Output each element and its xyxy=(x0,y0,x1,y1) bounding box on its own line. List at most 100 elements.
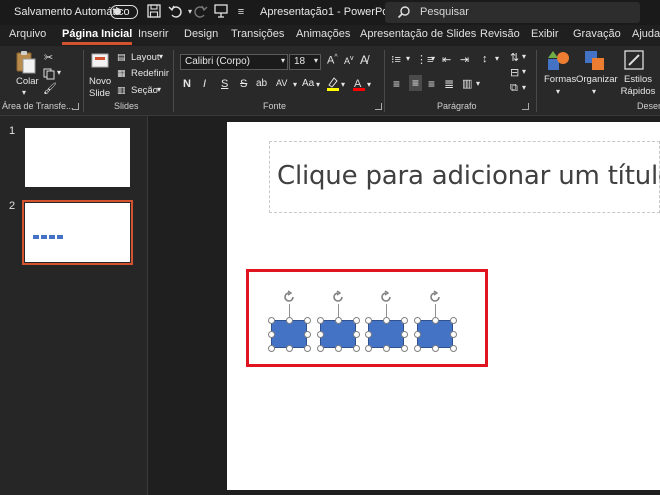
character-spacing-button[interactable]: AV xyxy=(276,78,287,88)
title-bar: Salvamento Automático ▾ ≡ Apresentação1 … xyxy=(0,0,660,25)
thumbnail-number: 1 xyxy=(9,125,16,137)
search-placeholder: Pesquisar xyxy=(420,6,469,18)
copy-dropdown-icon[interactable]: ▾ xyxy=(57,68,61,77)
increase-indent-icon[interactable]: ⇥ xyxy=(460,53,469,66)
increase-font-icon[interactable]: A^ xyxy=(327,54,338,67)
tab-revisao[interactable]: Revisão xyxy=(480,28,520,40)
quick-styles-icon[interactable] xyxy=(624,50,646,77)
font-color-icon[interactable]: A xyxy=(352,76,366,97)
tab-transicoes[interactable]: Transições xyxy=(231,28,284,40)
tab-exibir[interactable]: Exibir xyxy=(531,28,559,40)
arrange-label[interactable]: Organizar xyxy=(576,74,618,85)
reset-icon[interactable]: ▦ xyxy=(117,68,126,79)
undo-icon[interactable] xyxy=(167,4,183,20)
tab-arquivo[interactable]: Arquivo xyxy=(9,28,46,40)
bullets-dropdown-icon[interactable]: ▾ xyxy=(406,54,410,63)
font-group-label: Fonte xyxy=(263,101,287,111)
numbering-dropdown-icon[interactable]: ▾ xyxy=(431,54,435,63)
decrease-font-icon[interactable]: Av xyxy=(344,55,354,66)
group-divider xyxy=(536,50,537,112)
tab-apresentacao-de-slides[interactable]: Apresentação de Slides xyxy=(360,28,476,40)
slide-thumbnail-1[interactable] xyxy=(25,128,130,187)
save-icon[interactable] xyxy=(146,4,162,20)
columns-dropdown-icon[interactable]: ▾ xyxy=(476,79,480,88)
paste-icon[interactable] xyxy=(15,50,37,79)
font-size-dropdown-icon[interactable]: ▾ xyxy=(314,56,318,65)
italic-button[interactable]: I xyxy=(203,78,206,90)
text-direction-dropdown-icon[interactable]: ▾ xyxy=(522,52,526,61)
presenter-icon[interactable] xyxy=(213,4,229,20)
align-right-icon[interactable]: ≡ xyxy=(428,77,435,91)
smartart-icon[interactable]: ⧉ xyxy=(510,82,518,95)
font-name-dropdown-icon[interactable]: ▾ xyxy=(281,56,285,65)
tab-animacoes[interactable]: Animações xyxy=(296,28,350,40)
tab-pagina-inicial[interactable]: Página Inicial xyxy=(62,28,133,45)
highlight-dropdown-icon[interactable]: ▾ xyxy=(341,80,345,89)
slides-group-label: Slides xyxy=(114,101,139,111)
highlight-color-icon[interactable] xyxy=(326,76,340,97)
align-text-icon[interactable]: ⊟ xyxy=(510,66,519,79)
thumbnail-shape xyxy=(49,235,55,239)
font-name-select[interactable]: Calibri (Corpo) xyxy=(180,54,288,70)
tab-gravacao[interactable]: Gravação xyxy=(573,28,621,40)
font-launcher-icon[interactable] xyxy=(375,103,382,110)
line-spacing-icon[interactable]: ↕ xyxy=(482,53,488,65)
ribbon: Colar ▾ ✂ ▾ 🖌 Área de Transfe... Novo Sl… xyxy=(0,46,660,116)
tab-inserir[interactable]: Inserir xyxy=(138,28,169,40)
new-slide-label[interactable]: Novo Slide xyxy=(89,76,115,100)
align-text-dropdown-icon[interactable]: ▾ xyxy=(522,67,526,76)
layout-label[interactable]: Layout xyxy=(131,52,160,63)
section-label[interactable]: Seção xyxy=(131,85,158,96)
section-dropdown-icon[interactable]: ▾ xyxy=(157,85,161,94)
case-dropdown-icon[interactable]: ▾ xyxy=(316,80,320,89)
customize-quick-access-icon[interactable]: ≡ xyxy=(233,4,249,20)
slide-thumbnail-2[interactable] xyxy=(22,200,133,265)
reset-label[interactable]: Redefinir xyxy=(131,68,169,79)
new-slide-icon[interactable] xyxy=(91,51,111,76)
format-painter-icon[interactable]: 🖌 xyxy=(43,82,57,95)
strikethrough-button[interactable]: S xyxy=(240,78,247,90)
clipboard-launcher-icon[interactable] xyxy=(72,103,79,110)
title-placeholder-text: Clique para adicionar um título xyxy=(277,161,660,191)
columns-icon[interactable]: ▥ xyxy=(462,77,472,90)
cut-icon[interactable]: ✂ xyxy=(44,51,53,64)
arrange-icon[interactable] xyxy=(584,50,606,77)
layout-dropdown-icon[interactable]: ▾ xyxy=(159,52,163,61)
section-icon[interactable]: ▥ xyxy=(117,85,126,96)
autosave-toggle[interactable] xyxy=(110,5,138,19)
tab-design[interactable]: Design xyxy=(184,28,218,40)
arrange-dropdown-icon[interactable]: ▾ xyxy=(592,87,596,96)
spacing-dropdown-icon[interactable]: ▾ xyxy=(293,80,297,89)
shapes-dropdown-icon[interactable]: ▾ xyxy=(556,87,560,96)
shadow-button[interactable]: ab xyxy=(256,78,267,89)
quick-styles-label[interactable]: Estilos Rápidos xyxy=(616,74,660,98)
align-left-icon[interactable]: ≡ xyxy=(393,77,400,91)
change-case-button[interactable]: Aa xyxy=(302,78,314,89)
bold-button[interactable]: N xyxy=(183,78,191,90)
line-spacing-dropdown-icon[interactable]: ▾ xyxy=(495,54,499,63)
group-divider xyxy=(83,50,84,112)
thumbnail-number: 2 xyxy=(9,200,16,212)
clear-formatting-icon[interactable]: A̸ xyxy=(360,53,368,67)
bullets-icon[interactable]: ⁝≡ xyxy=(391,53,401,66)
thumbnail-shape xyxy=(33,235,39,239)
paste-label[interactable]: Colar xyxy=(16,76,39,87)
title-placeholder[interactable]: Clique para adicionar um título xyxy=(269,141,660,213)
layout-icon[interactable]: ▤ xyxy=(117,52,126,63)
justify-icon[interactable]: ≣ xyxy=(444,77,454,91)
decrease-indent-icon[interactable]: ⇤ xyxy=(442,53,451,66)
thumbnail-shape xyxy=(57,235,63,239)
smartart-dropdown-icon[interactable]: ▾ xyxy=(522,83,526,92)
tab-ajuda[interactable]: Ajuda xyxy=(632,28,660,40)
search-box[interactable]: Pesquisar xyxy=(385,2,640,23)
text-direction-icon[interactable]: ⇅ xyxy=(510,51,519,64)
shapes-label[interactable]: Formas xyxy=(544,74,576,85)
paragraph-launcher-icon[interactable] xyxy=(522,103,529,110)
underline-button[interactable]: S xyxy=(221,78,228,90)
paste-dropdown-icon[interactable]: ▾ xyxy=(22,88,26,97)
group-divider xyxy=(384,50,385,112)
highlight-box xyxy=(246,269,488,367)
shapes-icon[interactable] xyxy=(547,50,571,77)
align-center-icon[interactable]: ≡ xyxy=(409,75,423,91)
font-color-dropdown-icon[interactable]: ▾ xyxy=(367,80,371,89)
